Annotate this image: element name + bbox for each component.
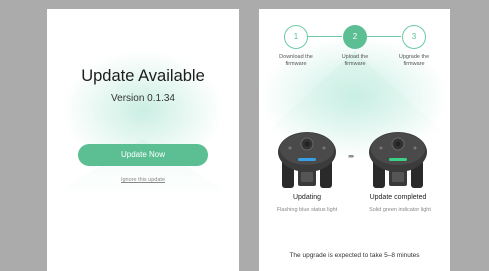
step-3-label-line1: Upgrade the	[398, 54, 430, 60]
gimbal-device-icon	[369, 132, 427, 188]
device-1-status-subtitle: Flashing blue status light	[276, 207, 338, 213]
status-light-green	[389, 158, 407, 161]
update-available-panel: Update Available Version 0.1.34 Update N…	[47, 9, 239, 271]
ignore-update-link[interactable]: Ignore this update	[47, 177, 239, 183]
version-label: Version 0.1.34	[111, 93, 175, 104]
step-3-label: Upgrade the firmware	[389, 54, 439, 68]
arrow-indicator: ›››››	[348, 154, 354, 160]
step-3-label-line2: firmware	[403, 61, 425, 67]
step-1-indicator: 1	[284, 25, 308, 49]
step-1-label-line2: firmware	[285, 61, 307, 67]
step-1-label: Download the firmware	[271, 54, 321, 68]
step-2-label-line2: firmware	[344, 61, 366, 67]
step-connector	[367, 36, 401, 38]
status-light-blue	[298, 158, 316, 161]
step-connector	[308, 36, 342, 38]
step-1-label-line1: Download the	[279, 54, 313, 60]
update-now-button[interactable]: Update Now	[78, 144, 208, 166]
step-2-label-line1: Upload the	[341, 54, 369, 60]
estimated-time-note: The upgrade is expected to take 5–8 minu…	[289, 252, 420, 259]
device-1-status-title: Updating	[292, 194, 322, 201]
step-2-indicator: 2	[343, 25, 367, 49]
update-progress-panel: 1 2 3 Download the firmware Upload the f…	[259, 9, 450, 271]
device-2-status-subtitle: Solid green indicator light	[369, 207, 431, 213]
gimbal-device-icon	[278, 132, 336, 188]
step-2-label: Upload the firmware	[330, 54, 380, 68]
device-2-status-title: Update completed	[369, 194, 427, 201]
page-title: Update Available	[81, 67, 205, 85]
step-3-indicator: 3	[402, 25, 426, 49]
